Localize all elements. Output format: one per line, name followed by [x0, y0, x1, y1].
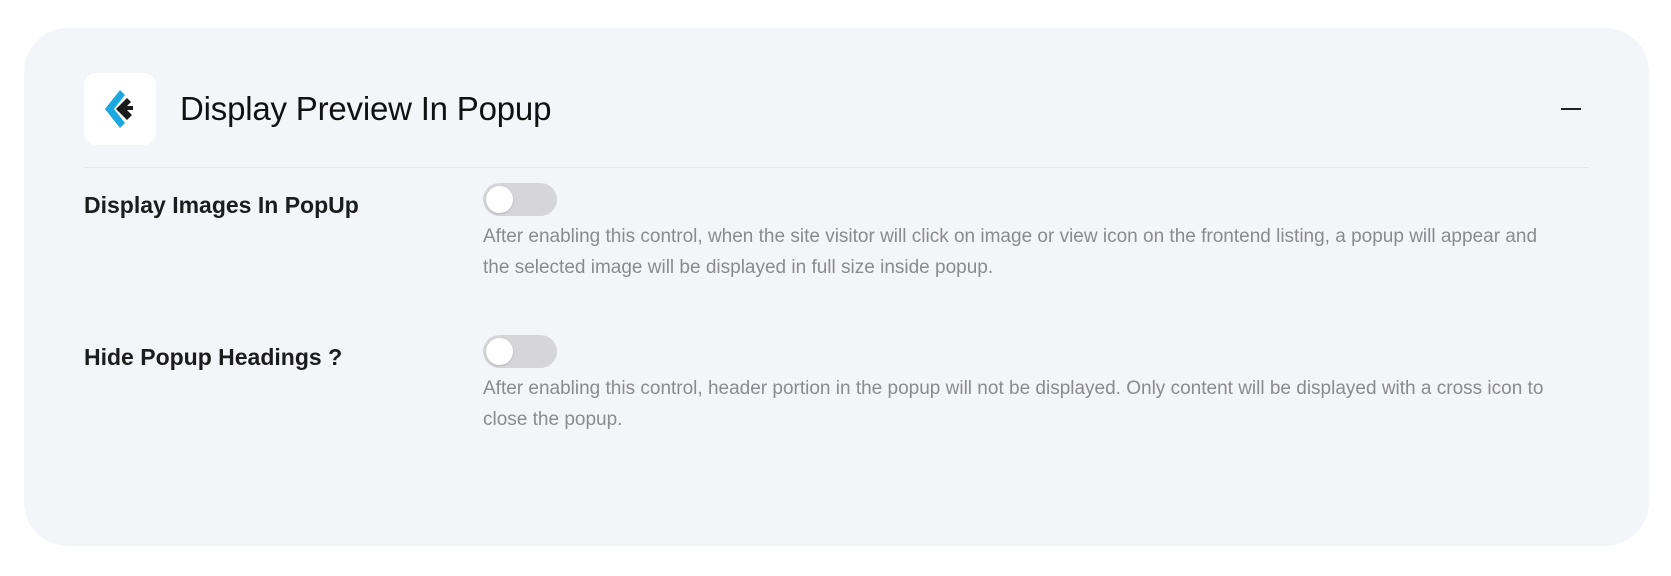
- setting-label: Display Images In PopUp: [84, 192, 359, 218]
- setting-control: After enabling this control, header port…: [483, 335, 1589, 435]
- section-header[interactable]: Display Preview In Popup: [84, 73, 1589, 145]
- settings-panel: Display Preview In Popup Display Images …: [24, 28, 1649, 546]
- section-title: Display Preview In Popup: [180, 90, 552, 127]
- minus-icon: [1561, 108, 1581, 110]
- hide-headings-toggle[interactable]: [483, 335, 557, 368]
- setting-control: After enabling this control, when the si…: [483, 183, 1589, 283]
- toggle-knob: [486, 338, 513, 365]
- display-images-toggle[interactable]: [483, 183, 557, 216]
- toggle-knob: [486, 186, 513, 213]
- brand-logo-icon: [105, 90, 133, 128]
- header-divider: [84, 167, 1589, 168]
- collapse-button[interactable]: [1559, 97, 1583, 121]
- logo-container: [84, 73, 156, 145]
- setting-description: After enabling this control, when the si…: [483, 226, 1538, 278]
- setting-description: After enabling this control, header port…: [483, 378, 1544, 430]
- setting-label: Hide Popup Headings ?: [84, 344, 343, 370]
